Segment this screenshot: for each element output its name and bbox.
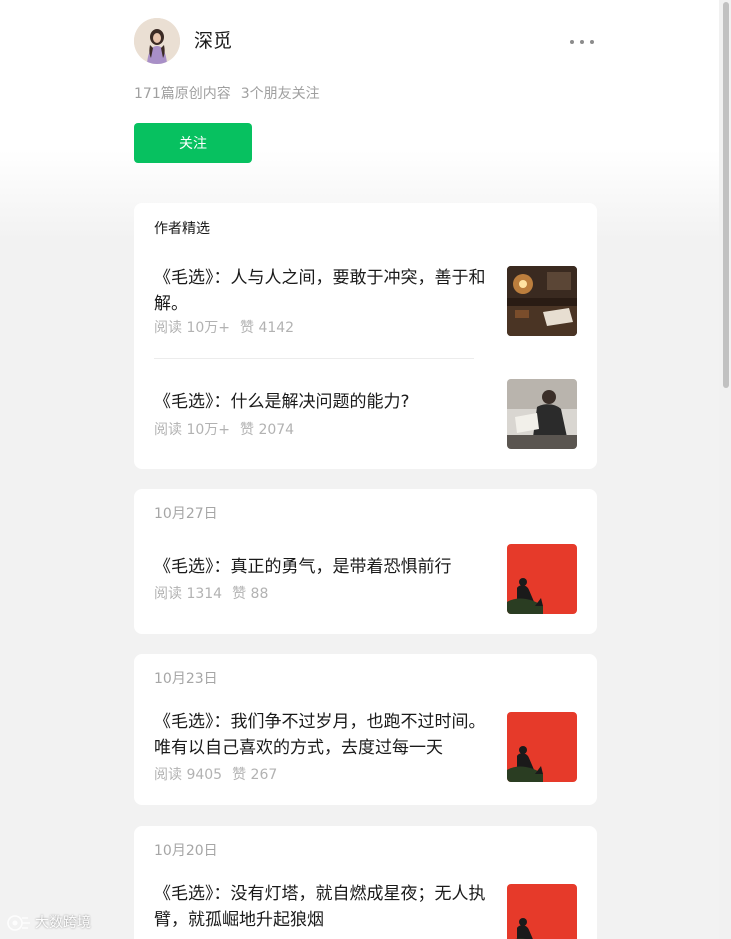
more-icon[interactable] — [570, 32, 594, 52]
article-thumbnail — [507, 266, 577, 336]
watermark-text: 大数跨境 — [35, 915, 91, 931]
profile-header: 深觅 171篇原创内容 3个朋友关注 关注 — [134, 0, 597, 190]
man-reading-image-icon — [507, 379, 577, 449]
feed-card: 10月27日 《毛选》：真正的勇气，是带着恐惧前行 阅读 1314 赞 88 — [134, 489, 597, 634]
red-sky-silhouette-image-icon — [507, 884, 577, 939]
divider — [154, 358, 474, 359]
more-dot — [570, 40, 574, 44]
account-name: 深觅 — [194, 30, 233, 52]
feed-article[interactable]: 《毛选》：没有灯塔，就自燃成星夜；无人执臂，就孤崛地升起狼烟 — [154, 881, 577, 939]
article-meta: 阅读 10万+ 赞 4142 — [154, 319, 294, 337]
more-dot — [580, 40, 584, 44]
scrollbar-thumb[interactable] — [723, 2, 729, 388]
avatar-girl-icon — [134, 18, 180, 64]
publish-date: 10月20日 — [154, 843, 218, 859]
featured-card: 作者精选 《毛选》：人与人之间，要敢于冲突，善于和解。 阅读 10万+ 赞 414… — [134, 203, 597, 469]
original-count: 171篇原创内容 — [134, 86, 231, 102]
publish-date: 10月23日 — [154, 671, 218, 687]
article-thumbnail — [507, 544, 577, 614]
account-page: 深觅 171篇原创内容 3个朋友关注 关注 作者精选 《毛选》：人与人之间，要敢于… — [134, 0, 597, 939]
article-meta: 阅读 1314 赞 88 — [154, 585, 268, 603]
article-thumbnail — [507, 712, 577, 782]
article-title: 《毛选》：我们争不过岁月，也跑不过时间。唯有以自己喜欢的方式，去度过每一天 — [154, 712, 486, 758]
article-title: 《毛选》：没有灯塔，就自燃成星夜；无人执臂，就孤崛地升起狼烟 — [154, 884, 486, 930]
scrollbar[interactable] — [719, 0, 731, 939]
feed-article[interactable]: 《毛选》：真正的勇气，是带着恐惧前行 阅读 1314 赞 88 — [154, 544, 577, 614]
watermark: 大数跨境 — [6, 912, 91, 934]
account-stats: 171篇原创内容 3个朋友关注 — [134, 84, 320, 104]
article-title: 《毛选》：人与人之间，要敢于冲突，善于和解。 — [154, 268, 486, 314]
follow-button[interactable]: 关注 — [134, 123, 252, 163]
article-title: 《毛选》：真正的勇气，是带着恐惧前行 — [154, 557, 452, 577]
avatar[interactable] — [134, 18, 180, 64]
desk-lamp-image-icon — [507, 266, 577, 336]
like-count: 赞 88 — [232, 586, 269, 602]
publish-date: 10月27日 — [154, 506, 218, 522]
more-dot — [590, 40, 594, 44]
like-count: 赞 4142 — [240, 320, 295, 336]
like-count: 赞 267 — [232, 767, 278, 783]
article-meta: 阅读 10万+ 赞 2074 — [154, 421, 294, 439]
article-thumbnail — [507, 884, 577, 939]
read-count: 阅读 10万+ — [154, 422, 230, 438]
article-thumbnail — [507, 379, 577, 449]
red-sky-silhouette-image-icon — [507, 544, 577, 614]
friends-following: 3个朋友关注 — [240, 86, 320, 102]
article-meta: 阅读 9405 赞 267 — [154, 766, 277, 784]
featured-article[interactable]: 《毛选》：什么是解决问题的能力? 阅读 10万+ 赞 2074 — [154, 379, 577, 459]
read-count: 阅读 1314 — [154, 586, 223, 602]
feed-card: 10月23日 《毛选》：我们争不过岁月，也跑不过时间。唯有以自己喜欢的方式，去度… — [134, 654, 597, 805]
article-title: 《毛选》：什么是解决问题的能力? — [154, 392, 410, 412]
read-count: 阅读 9405 — [154, 767, 223, 783]
read-count: 阅读 10万+ — [154, 320, 230, 336]
watermark-logo-icon — [7, 915, 30, 931]
featured-header: 作者精选 — [154, 221, 210, 237]
feed-article[interactable]: 《毛选》：我们争不过岁月，也跑不过时间。唯有以自己喜欢的方式，去度过每一天 阅读… — [154, 709, 577, 789]
red-sky-silhouette-image-icon — [507, 712, 577, 782]
like-count: 赞 2074 — [240, 422, 295, 438]
feed-card: 10月20日 《毛选》：没有灯塔，就自燃成星夜；无人执臂，就孤崛地升起狼烟 — [134, 826, 597, 939]
featured-article[interactable]: 《毛选》：人与人之间，要敢于冲突，善于和解。 阅读 10万+ 赞 4142 — [154, 265, 577, 339]
